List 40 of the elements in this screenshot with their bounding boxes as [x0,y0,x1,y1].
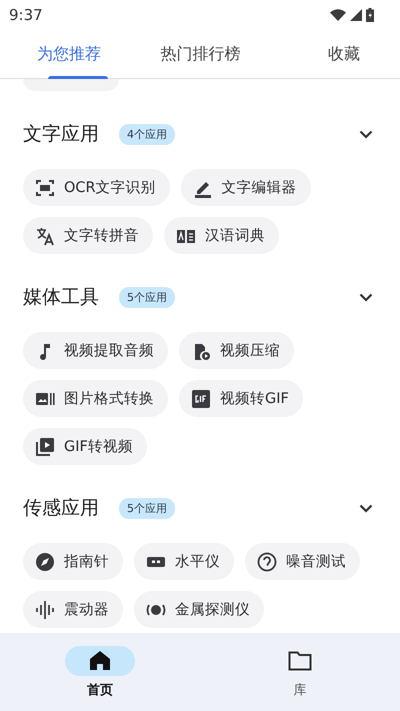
tool-chip[interactable]: 汉语词典 [164,217,279,254]
tool-chip[interactable]: 噪音测试 [245,543,360,580]
section-title: 媒体工具 [23,285,99,310]
tab[interactable]: 热门排行榜 [133,30,268,78]
count-badge: 5个应用 [119,498,175,518]
tool-chip[interactable]: 视频提取音频 [23,332,168,369]
compass-icon [35,552,55,572]
section-title: 传感应用 [23,496,99,521]
tool-chip[interactable]: 视频转GIF [179,380,303,417]
tool-chip[interactable]: 文字编辑器 [180,169,311,206]
chevron-icon[interactable] [359,504,373,512]
count-badge: 4个应用 [119,124,175,144]
tab[interactable]: 为您推荐 [0,30,133,78]
tool-chip[interactable]: 文字转拼音 [23,217,153,254]
tool-chip[interactable]: 金属探测仪 [134,591,264,628]
tool-chip[interactable]: 图片格式转换 [23,380,168,417]
count-badge: 5个应用 [119,286,175,308]
signal-icon [350,9,362,21]
chevron-icon[interactable] [359,130,373,138]
battery-icon [366,8,374,22]
status-time: 9:37 [9,6,43,24]
tool-chip[interactable]: 水平仪 [134,543,234,580]
tool-chip[interactable]: 震动器 [23,591,123,628]
video-library-icon [35,436,55,456]
wifi-icon [330,9,346,21]
tool-chip[interactable]: 指南针 [23,543,123,580]
gif-icon [191,388,211,408]
tool-chip[interactable]: GIF转视频 [23,428,147,465]
nav-item[interactable]: 库 [200,633,400,711]
tab[interactable]: 收藏 [268,30,400,78]
translate-icon [35,226,55,246]
section-title: 文字应用 [23,122,99,147]
folder-icon [288,650,312,670]
nav-item[interactable]: 首页 [0,633,200,711]
home-icon [90,651,110,670]
tool-chip[interactable]: 视频压缩 [179,332,294,369]
ocr-scan-icon [35,178,55,198]
vibration-icon [35,600,55,620]
chevron-icon[interactable] [359,292,373,302]
tool-chip[interactable]: OCR文字识别 [23,169,170,206]
